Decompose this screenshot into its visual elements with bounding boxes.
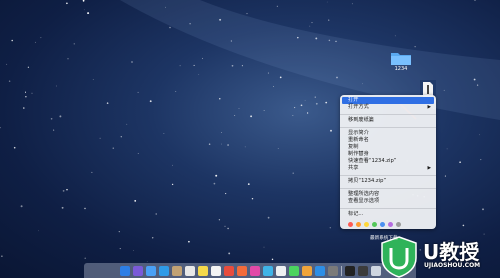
dock-app-icon[interactable] bbox=[275, 265, 286, 276]
menu-item-tags[interactable]: 标记... bbox=[340, 211, 436, 218]
menu-divider bbox=[340, 113, 436, 115]
dock-app-icon[interactable] bbox=[197, 265, 208, 276]
dock-app-icon[interactable] bbox=[119, 265, 130, 276]
menu-item-rename[interactable]: 重新命名 bbox=[340, 137, 436, 144]
menu-divider bbox=[340, 174, 436, 176]
menu-item-open-with[interactable]: 打开方式 ▶ bbox=[340, 104, 436, 111]
menu-item-get-info[interactable]: 显示简介 bbox=[340, 130, 436, 137]
dock-app-icon[interactable] bbox=[301, 265, 312, 276]
tag-color-row bbox=[340, 218, 436, 230]
dock-app-icon[interactable] bbox=[262, 265, 273, 276]
tag-color-dot[interactable] bbox=[348, 221, 353, 227]
menu-item-clean-up-selection[interactable]: 整理所选内容 bbox=[340, 191, 436, 198]
watermark-shield-logo bbox=[381, 236, 417, 278]
menu-item-share[interactable]: 共享 ▶ bbox=[340, 165, 436, 172]
dock-app-icon[interactable] bbox=[171, 265, 182, 276]
dock-app-icon[interactable] bbox=[314, 265, 325, 276]
menu-divider bbox=[340, 207, 436, 209]
tag-color-dot[interactable] bbox=[396, 221, 401, 227]
menu-item-duplicate[interactable]: 复制 bbox=[340, 144, 436, 151]
dock-app-icon[interactable] bbox=[145, 265, 156, 276]
menu-item-quick-look[interactable]: 快速查看“1234.zip” bbox=[340, 158, 436, 165]
menu-item-copy[interactable]: 拷贝“1234.zip” bbox=[340, 178, 436, 185]
tag-color-dot[interactable] bbox=[388, 221, 393, 227]
tag-color-dot[interactable] bbox=[380, 221, 385, 227]
dock-app-icon[interactable] bbox=[344, 265, 355, 276]
folder-1234[interactable]: 1234 bbox=[384, 50, 418, 73]
dock-divider bbox=[340, 265, 342, 276]
menu-divider bbox=[340, 187, 436, 189]
folder-label: 1234 bbox=[394, 66, 408, 72]
dock-app-icon[interactable] bbox=[132, 265, 143, 276]
watermark-brand: U教授 bbox=[423, 240, 480, 264]
menu-divider bbox=[340, 126, 436, 128]
submenu-arrow-icon: ▶ bbox=[427, 105, 431, 110]
watermark-url: UJIAOSHOU.COM bbox=[424, 262, 481, 269]
watermark-small-text: 最新系统下载 bbox=[370, 236, 398, 241]
tag-color-dot[interactable] bbox=[372, 221, 377, 227]
dock-app-icon[interactable] bbox=[236, 265, 247, 276]
submenu-arrow-icon: ▶ bbox=[427, 166, 431, 171]
dock-app-icon[interactable] bbox=[210, 265, 221, 276]
dock-app-icon[interactable] bbox=[184, 265, 195, 276]
dock-app-icon[interactable] bbox=[357, 265, 368, 276]
tag-color-dot[interactable] bbox=[356, 221, 361, 227]
context-menu: 打开 打开方式 ▶ 移到废纸篓 显示简介 重新命名 复制 制作替身 快速查看“12… bbox=[340, 95, 436, 229]
menu-item-move-to-trash[interactable]: 移到废纸篓 bbox=[340, 117, 436, 124]
dock-app-icon[interactable] bbox=[249, 265, 260, 276]
dock-app-icon[interactable] bbox=[327, 265, 338, 276]
menu-item-make-alias[interactable]: 制作替身 bbox=[340, 151, 436, 158]
dock-app-icon[interactable] bbox=[158, 265, 169, 276]
tag-color-dot[interactable] bbox=[364, 221, 369, 227]
folder-icon bbox=[391, 53, 411, 65]
dock-app-icon[interactable] bbox=[370, 265, 381, 276]
dock bbox=[84, 263, 416, 278]
menu-item-open[interactable]: 打开 bbox=[342, 97, 434, 104]
dock-app-icon[interactable] bbox=[223, 265, 234, 276]
menu-item-show-view-options[interactable]: 查看显示选项 bbox=[340, 198, 436, 205]
dock-app-icon[interactable] bbox=[288, 265, 299, 276]
